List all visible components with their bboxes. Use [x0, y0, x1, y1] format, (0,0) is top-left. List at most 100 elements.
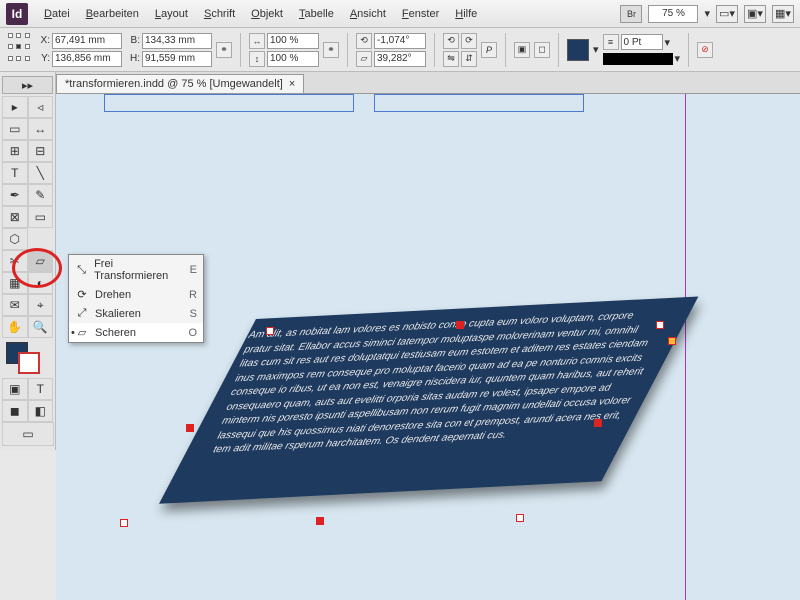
column-guide — [374, 94, 584, 112]
fill-dropdown-icon[interactable]: ▾ — [593, 43, 599, 56]
w-label: B: — [126, 35, 140, 46]
menu-datei[interactable]: Datei — [36, 4, 78, 24]
selection-handle[interactable] — [120, 519, 128, 527]
stroke-weight-input[interactable]: 0 Pt — [621, 34, 663, 50]
menu-fenster[interactable]: Fenster — [394, 4, 447, 24]
scale-y-input[interactable]: 100 % — [267, 51, 319, 67]
rotate-input[interactable]: -1,074° — [374, 33, 426, 49]
bridge-button[interactable]: Br — [620, 5, 642, 23]
note-tool[interactable]: ✉ — [2, 294, 28, 316]
transform-tool-flyout: ⤡ Frei Transformieren E ⟳ Drehen R ⤢ Ska… — [68, 254, 204, 343]
flyout-scale[interactable]: ⤢ Skalieren S — [69, 304, 203, 323]
select-container-icon[interactable]: ▣ — [514, 42, 530, 58]
menu-bearbeiten[interactable]: Bearbeiten — [78, 4, 147, 24]
line-tool[interactable]: ╲ — [28, 162, 54, 184]
gradient-swatch-tool[interactable]: ▦ — [2, 272, 28, 294]
content-collector-tool[interactable]: ⊞ — [2, 140, 28, 162]
selection-handle[interactable] — [456, 321, 464, 329]
view-mode-dropdown[interactable]: ▭▾ — [716, 5, 738, 23]
menu-schrift[interactable]: Schrift — [196, 4, 243, 24]
formatting-text-icon[interactable]: T — [28, 378, 54, 400]
fill-stroke-swatches[interactable] — [2, 338, 53, 378]
shear-input[interactable]: 39,282° — [374, 51, 426, 67]
document-workspace[interactable]: Am alit, as nobitat lam volores es nobis… — [56, 94, 800, 600]
select-content-icon[interactable]: ◻ — [534, 42, 550, 58]
selection-tool[interactable]: ▸ — [2, 96, 28, 118]
page-tool[interactable]: ▭ — [2, 118, 28, 140]
no-effect-icon[interactable]: ⊘ — [697, 42, 713, 58]
selection-handle[interactable] — [668, 337, 676, 345]
hand-tool[interactable]: ✋ — [2, 316, 28, 338]
flyout-shortcut: R — [189, 289, 197, 301]
height-input[interactable]: 91,559 mm — [142, 51, 212, 67]
type-tool[interactable]: T — [2, 162, 28, 184]
free-transform-tool[interactable]: ▱ — [28, 250, 54, 272]
reference-point[interactable] — [8, 33, 32, 67]
menu-tabelle[interactable]: Tabelle — [291, 4, 342, 24]
rotate-icon: ⟳ — [75, 288, 89, 301]
control-bar: X:67,491 mm Y:136,856 mm B:134,33 mm H:9… — [0, 28, 800, 72]
content-placer-tool[interactable]: ⊟ — [28, 140, 54, 162]
flyout-free-transform[interactable]: ⤡ Frei Transformieren E — [69, 255, 203, 285]
constrain-scale-icon[interactable]: ⚭ — [323, 42, 339, 58]
scale-icon: ⤢ — [75, 307, 89, 320]
p-icon[interactable]: P — [481, 42, 497, 58]
polygon-tool[interactable]: ⬡ — [2, 228, 28, 250]
flip-v-icon[interactable]: ⇵ — [461, 51, 477, 67]
rectangle-frame-tool[interactable]: ⊠ — [2, 206, 28, 228]
rotate-ccw-icon[interactable]: ⟲ — [443, 33, 459, 49]
menu-layout[interactable]: Layout — [147, 4, 196, 24]
rotate-cw-icon[interactable]: ⟳ — [461, 33, 477, 49]
gap-tool[interactable]: ↔ — [28, 118, 54, 140]
selection-handle[interactable] — [516, 514, 524, 522]
selection-handle[interactable] — [186, 424, 194, 432]
chevron-down-icon[interactable]: ▾ — [704, 7, 710, 20]
flyout-rotate[interactable]: ⟳ Drehen R — [69, 285, 203, 304]
fill-swatch[interactable] — [567, 39, 589, 61]
scale-y-icon: ↕ — [249, 51, 265, 67]
close-tab-icon[interactable]: × — [289, 78, 295, 90]
screen-mode-dropdown[interactable]: ▣▾ — [744, 5, 766, 23]
pencil-tool[interactable]: ✎ — [28, 184, 54, 206]
panel-collapse-icon[interactable]: ▸▸ — [2, 76, 53, 94]
stroke-style[interactable] — [603, 53, 673, 65]
stroke-color-swatch[interactable] — [18, 352, 40, 374]
column-guide — [104, 94, 354, 112]
document-tab[interactable]: *transformieren.indd @ 75 % [Umgewandelt… — [56, 74, 304, 93]
direct-selection-tool[interactable]: ◃ — [28, 96, 54, 118]
x-input[interactable]: 67,491 mm — [52, 33, 122, 49]
selection-handle[interactable] — [656, 321, 664, 329]
formatting-container-icon[interactable]: ▣ — [2, 378, 28, 400]
tools-panel: ▸▸ ▸◃ ▭↔ ⊞⊟ T╲ ✒✎ ⊠▭ ⬡○ ✂▱ ▦◐ ✉⌖ ✋🔍 ▣T ◼… — [0, 72, 56, 450]
chevron-down-icon[interactable]: ▾ — [665, 36, 671, 49]
flyout-label: Scheren — [95, 327, 136, 339]
view-mode-toggle[interactable]: ▭ — [2, 422, 54, 446]
apply-color-icon[interactable]: ◼ — [2, 400, 28, 422]
zoom-level[interactable]: 75 % — [648, 5, 698, 23]
selection-handle[interactable] — [594, 419, 602, 427]
constrain-wh-icon[interactable]: ⚭ — [216, 42, 232, 58]
h-label: H: — [126, 53, 140, 64]
apply-gradient-icon[interactable]: ◧ — [28, 400, 54, 422]
scissors-tool[interactable]: ✂ — [2, 250, 28, 272]
scale-x-input[interactable]: 100 % — [267, 33, 319, 49]
flip-h-icon[interactable]: ⇋ — [443, 51, 459, 67]
shear-icon: ▱ — [75, 326, 89, 339]
flyout-shear[interactable]: ▱ Scheren O — [69, 323, 203, 342]
flyout-label: Drehen — [95, 289, 131, 301]
arrange-dropdown[interactable]: ▦▾ — [772, 5, 794, 23]
zoom-tool[interactable]: 🔍 — [28, 316, 54, 338]
pen-tool[interactable]: ✒ — [2, 184, 28, 206]
menu-objekt[interactable]: Objekt — [243, 4, 291, 24]
menu-hilfe[interactable]: Hilfe — [447, 4, 485, 24]
selection-handle[interactable] — [266, 327, 274, 335]
eyedropper-tool[interactable]: ⌖ — [28, 294, 54, 316]
y-input[interactable]: 136,856 mm — [52, 51, 122, 67]
selection-handle[interactable] — [316, 517, 324, 525]
menu-ansicht[interactable]: Ansicht — [342, 4, 394, 24]
gradient-feather-tool[interactable]: ◐ — [28, 272, 54, 294]
chevron-down-icon[interactable]: ▾ — [675, 52, 681, 65]
rectangle-tool[interactable]: ▭ — [28, 206, 54, 228]
width-input[interactable]: 134,33 mm — [142, 33, 212, 49]
text-frame[interactable]: Am alit, as nobitat lam volores es nobis… — [159, 296, 698, 503]
